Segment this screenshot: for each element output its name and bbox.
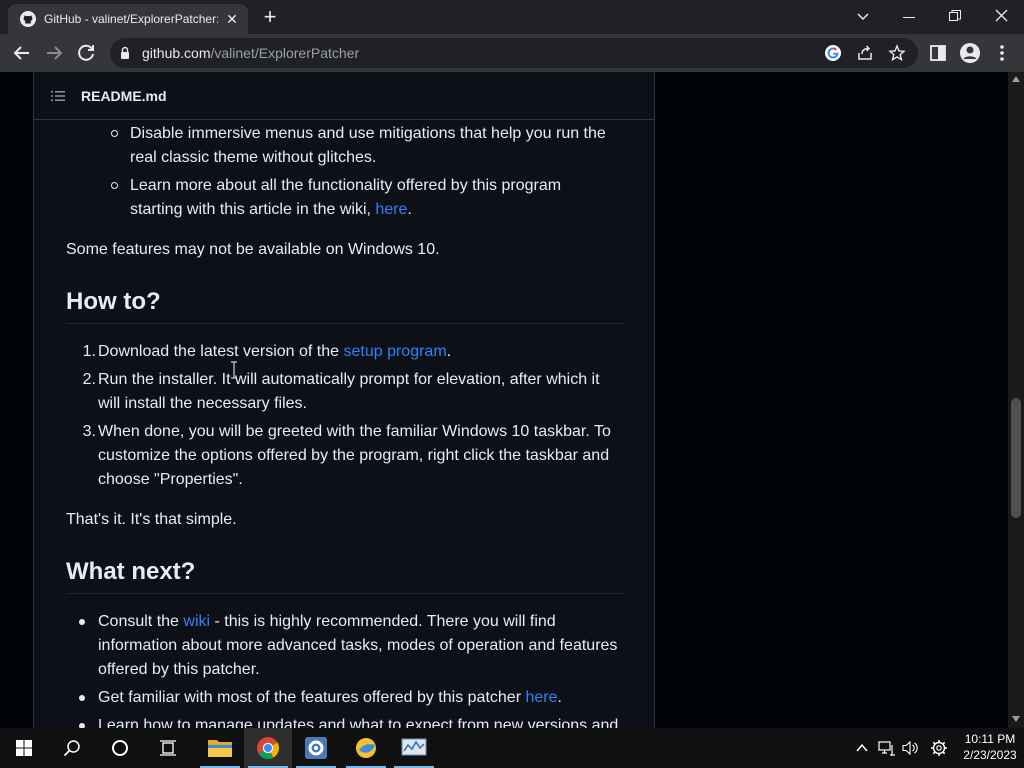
task-view-button[interactable] [144,728,192,768]
chrome-button[interactable] [244,728,292,768]
step-number: 1. [82,343,96,360]
circle-bullet [111,182,118,189]
circle-bullet [111,130,118,137]
restore-button[interactable] [932,0,978,32]
url-text[interactable]: github.com/valinet/ExplorerPatcher [142,45,359,61]
minimize-button[interactable] [886,0,932,32]
start-button[interactable] [0,728,48,768]
windows-logo-icon [16,740,32,756]
clock-date[interactable]: 2/23/2023 [960,748,1020,763]
table-of-contents-icon[interactable] [50,88,66,104]
scroll-up-arrow-icon[interactable] [1012,76,1020,82]
github-icon [20,11,36,27]
next-item-1-line-2: information about more advanced tasks, m… [98,637,618,654]
tab-close-icon[interactable]: ✕ [224,11,240,27]
next-item-3-line-1: Learn how to manage updates and what to … [98,717,619,728]
sub-item-1-line-1: Disable immersive menus and use mitigati… [130,125,606,142]
text-cursor-icon [231,361,237,379]
tab-strip: GitHub - valinet/ExplorerPatcher: T ✕ + [0,0,1024,34]
cortana-button[interactable] [96,728,144,768]
step-3-line-1: When done, you will be greeted with the … [98,423,611,440]
show-hidden-icons-chevron-icon[interactable] [856,742,868,754]
setup-program-link[interactable]: setup program [343,343,446,360]
back-icon[interactable] [8,39,36,67]
google-lens-icon[interactable] [824,44,842,62]
profile-icon[interactable] [956,39,984,67]
disc-bullet [79,619,85,625]
step-3-line-2: customize the options offered by the pro… [98,447,610,464]
new-tab-button[interactable]: + [256,6,284,28]
cortana-icon [112,740,128,756]
browser-tab[interactable]: GitHub - valinet/ExplorerPatcher: T ✕ [8,4,248,34]
app-button[interactable] [342,728,390,768]
features-here-link[interactable]: here [525,689,557,706]
disc-bullet [79,695,85,701]
heading-divider [66,323,624,324]
scroll-down-arrow-icon[interactable] [1012,716,1020,722]
sub-item-1-line-2: real classic theme without glitches. [130,149,377,166]
monitor-app-button[interactable] [390,728,438,768]
share-icon[interactable] [856,44,874,62]
windows-10-note: Some features may not be available on Wi… [66,241,440,258]
folder-icon [208,740,232,757]
tab-title: GitHub - valinet/ExplorerPatcher: T [44,12,218,26]
forward-icon[interactable] [40,39,68,67]
next-item-1-line-3: offered by this patcher. [98,661,260,678]
tab-search-chevron-icon[interactable] [856,9,870,23]
clock-time[interactable]: 10:11 PM [960,732,1020,747]
bookmark-star-icon[interactable] [888,44,906,62]
readme-panel: README.md Disable immersive menus and us… [33,72,655,728]
step-3-line-3: choose "Properties". [98,471,243,488]
sub-item-2-line-1: Learn more about all the functionality o… [130,177,562,194]
browser-toolbar: github.com/valinet/ExplorerPatcher [0,34,1024,72]
readme-title[interactable]: README.md [81,88,167,104]
menu-kebab-icon[interactable] [988,39,1016,67]
step-number: 2. [82,371,96,388]
step-number: 3. [82,423,96,440]
search-icon [63,740,80,757]
next-item-1-line-1: Consult the wiki - this is highly recomm… [98,613,556,630]
simple-note: That's it. It's that simple. [66,511,237,528]
step-1-text: Download the latest version of the setup… [98,343,452,360]
next-item-2-line-1: Get familiar with most of the features o… [98,689,562,706]
how-to-heading: How to? [66,288,161,315]
wiki-link[interactable]: wiki [183,613,210,630]
page-viewport: README.md Disable immersive menus and us… [0,72,1024,728]
task-view-icon [160,740,176,756]
performance-monitor-icon [401,738,427,756]
chrome-icon [257,737,279,759]
settings-app-button[interactable] [292,728,340,768]
wiki-article-link[interactable]: here [375,201,407,218]
file-explorer-button[interactable] [196,728,244,768]
settings-gear-icon[interactable] [930,739,948,757]
side-panel-icon[interactable] [924,39,952,67]
scroll-thumb[interactable] [1011,398,1021,518]
app-globe-icon [356,738,376,758]
what-next-heading: What next? [66,558,196,585]
readme-header: README.md [34,72,654,120]
network-icon[interactable] [878,740,896,756]
volume-icon[interactable] [902,740,920,756]
lock-icon[interactable] [120,46,130,60]
address-bar[interactable]: github.com/valinet/ExplorerPatcher [110,38,918,68]
step-2-line-1: Run the installer. It will automatically… [98,371,600,388]
reload-icon[interactable] [72,39,100,67]
heading-divider [66,593,624,594]
windows-taskbar: 10:11 PM 2/23/2023 [0,728,1024,768]
sub-item-2-line-2: starting with this article in the wiki, … [130,201,412,218]
close-window-button[interactable] [978,0,1024,32]
search-button[interactable] [48,728,96,768]
step-2-line-2: will install the necessary files. [98,395,307,412]
settings-app-icon [305,737,327,759]
page-scrollbar[interactable] [1008,72,1024,728]
